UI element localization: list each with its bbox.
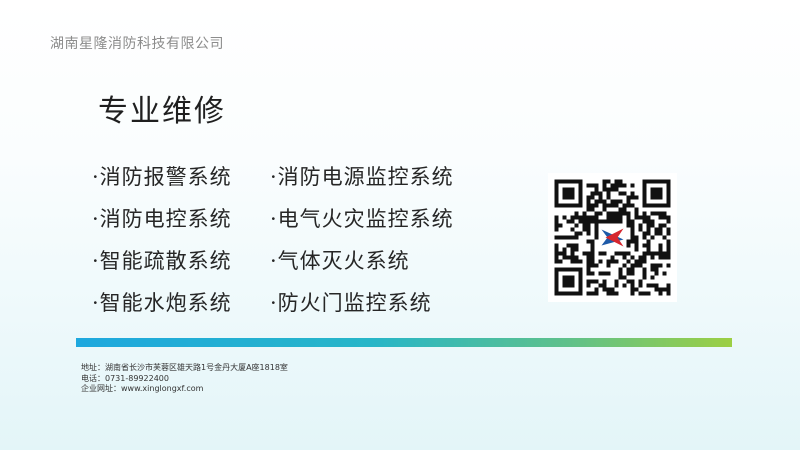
contact-website: 企业网址：www.xinglongxf.com — [81, 384, 204, 393]
qr-code-icon — [548, 173, 677, 302]
qr-code-graphic — [554, 179, 671, 296]
contact-address: 地址：湖南省长沙市芙蓉区雄天路1号金丹大厦A座1818室 — [81, 363, 288, 372]
system-item: ·消防报警系统 — [92, 165, 232, 189]
system-item: ·电气火灾监控系统 — [270, 207, 454, 231]
system-item: ·消防电源监控系统 — [270, 165, 454, 189]
system-item: ·智能水炮系统 — [92, 291, 232, 315]
system-item: ·消防电控系统 — [92, 207, 232, 231]
system-item: ·智能疏散系统 — [92, 249, 232, 273]
system-list: ·消防报警系统 ·消防电源监控系统 ·消防电控系统 ·电气火灾监控系统 ·智能疏… — [92, 163, 512, 317]
contact-info: 地址：湖南省长沙市芙蓉区雄天路1号金丹大厦A座1818室 电话：0731-899… — [81, 363, 288, 395]
gradient-divider — [76, 338, 732, 347]
contact-phone: 电话：0731-89922400 — [81, 373, 169, 383]
company-name: 湖南星隆消防科技有限公司 — [50, 36, 224, 52]
page-title: 专业维修 — [98, 94, 226, 129]
system-item: ·防火门监控系统 — [270, 291, 432, 315]
system-item: ·气体灭火系统 — [270, 249, 410, 273]
